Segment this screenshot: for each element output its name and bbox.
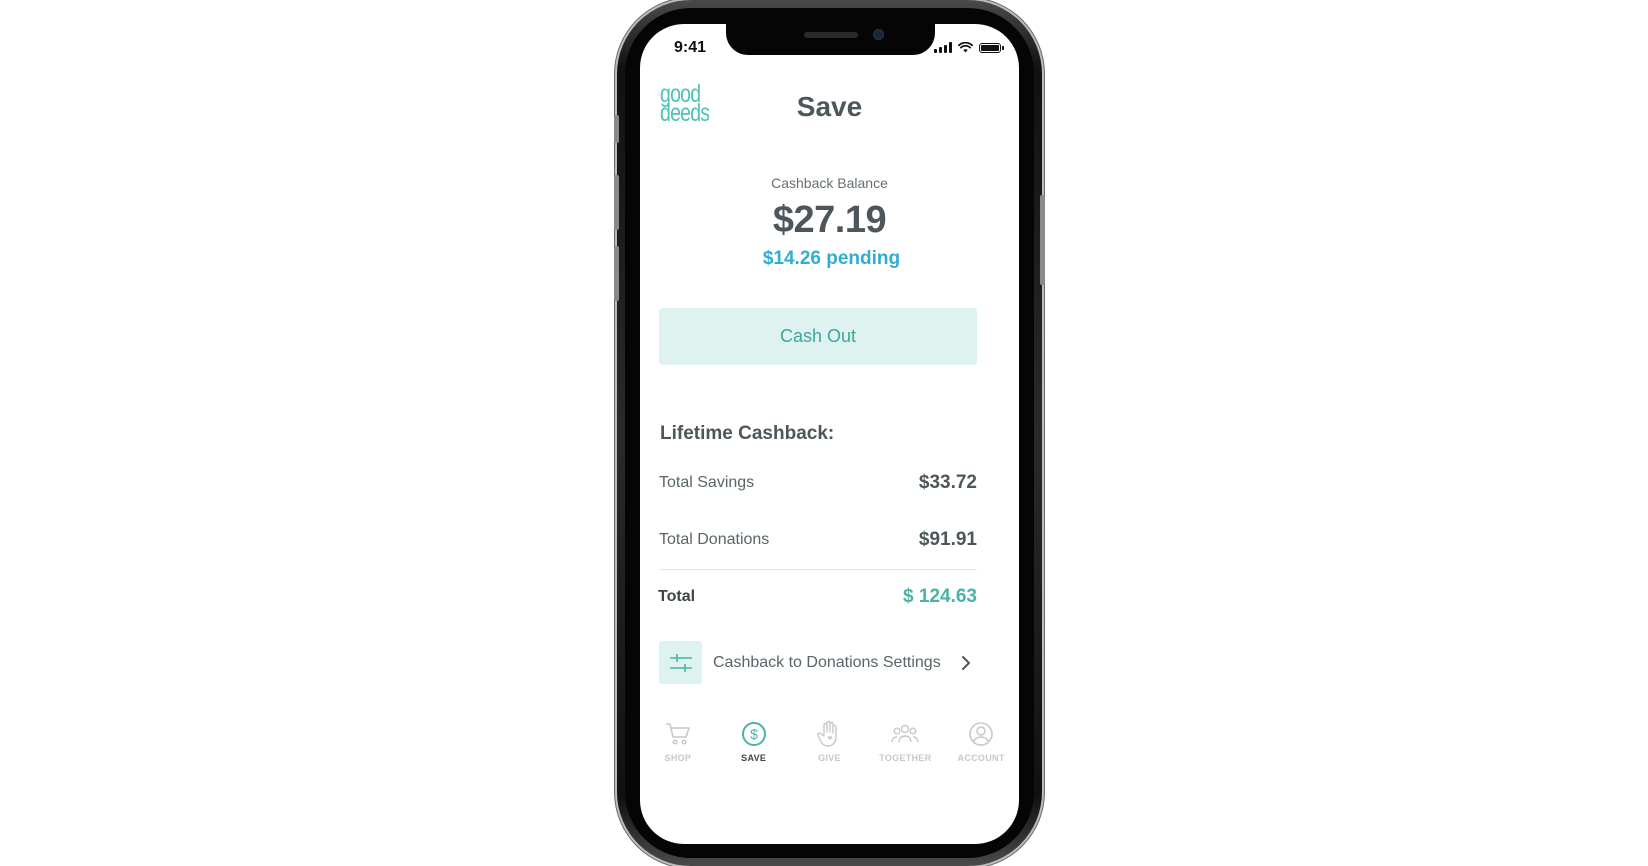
tab-give[interactable]: GIVE [792, 720, 868, 770]
dollar-circle-icon: $ [741, 720, 767, 748]
total-donations-value: $91.91 [918, 529, 977, 550]
svg-text:$: $ [750, 726, 758, 742]
tab-together[interactable]: TOGETHER [867, 720, 943, 770]
tab-shop-label: SHOP [664, 753, 692, 763]
cashback-balance-label: Cashback Balance [771, 175, 888, 191]
bottom-tab-bar: SHOP $ SAVE GIVE TOGETHER ACCOUNT [640, 720, 1019, 770]
total-savings-label: Total Savings [659, 474, 755, 491]
front-camera [873, 29, 884, 40]
cart-icon [665, 720, 691, 748]
tab-save-label: SAVE [741, 753, 767, 763]
tab-save[interactable]: $ SAVE [716, 720, 792, 770]
total-savings-row: Total Savings $33.72 [659, 472, 977, 494]
chevron-right-icon [962, 655, 970, 670]
total-value: $ 124.63 [903, 586, 977, 607]
tab-together-label: TOGETHER [879, 753, 932, 763]
tab-account[interactable]: ACCOUNT [943, 720, 1019, 770]
phone-screen: 9:41 good deeds Save Cashback Balance $2… [640, 24, 1019, 844]
speaker [804, 32, 858, 38]
page-title: Save [796, 91, 863, 122]
notch [726, 24, 935, 55]
tab-give-label: GIVE [818, 753, 841, 763]
cash-out-label: Cash Out [779, 326, 857, 346]
total-savings-value: $33.72 [918, 472, 977, 493]
status-time: 9:41 [674, 39, 707, 56]
hand-icon [817, 720, 841, 748]
cash-out-button[interactable]: Cash Out [659, 308, 977, 365]
people-icon [891, 720, 919, 748]
donation-settings-label: Cashback to Donations Settings [713, 653, 941, 671]
lifetime-cashback-title: Lifetime Cashback: [660, 423, 835, 444]
volume-up-button [614, 175, 619, 230]
total-label: Total [658, 588, 696, 605]
tab-shop[interactable]: SHOP [640, 720, 716, 770]
total-donations-label: Total Donations [659, 531, 770, 548]
battery-icon [979, 42, 1004, 53]
wifi-icon [958, 42, 973, 53]
sliders-icon [659, 641, 702, 684]
silent-switch [614, 115, 619, 143]
total-donations-row: Total Donations $91.91 [659, 529, 977, 551]
person-circle-icon [968, 720, 994, 748]
power-button [1040, 195, 1045, 285]
total-row: Total $ 124.63 [658, 586, 977, 608]
cellular-signal-icon [934, 42, 952, 53]
donation-settings-link[interactable]: Cashback to Donations Settings [659, 641, 977, 684]
status-icons [934, 42, 1004, 53]
divider [659, 569, 977, 570]
cashback-balance-amount: $27.19 [772, 199, 887, 241]
tab-account-label: ACCOUNT [957, 753, 1005, 763]
pending-amount: $14.26 pending [762, 248, 901, 269]
volume-down-button [614, 246, 619, 301]
